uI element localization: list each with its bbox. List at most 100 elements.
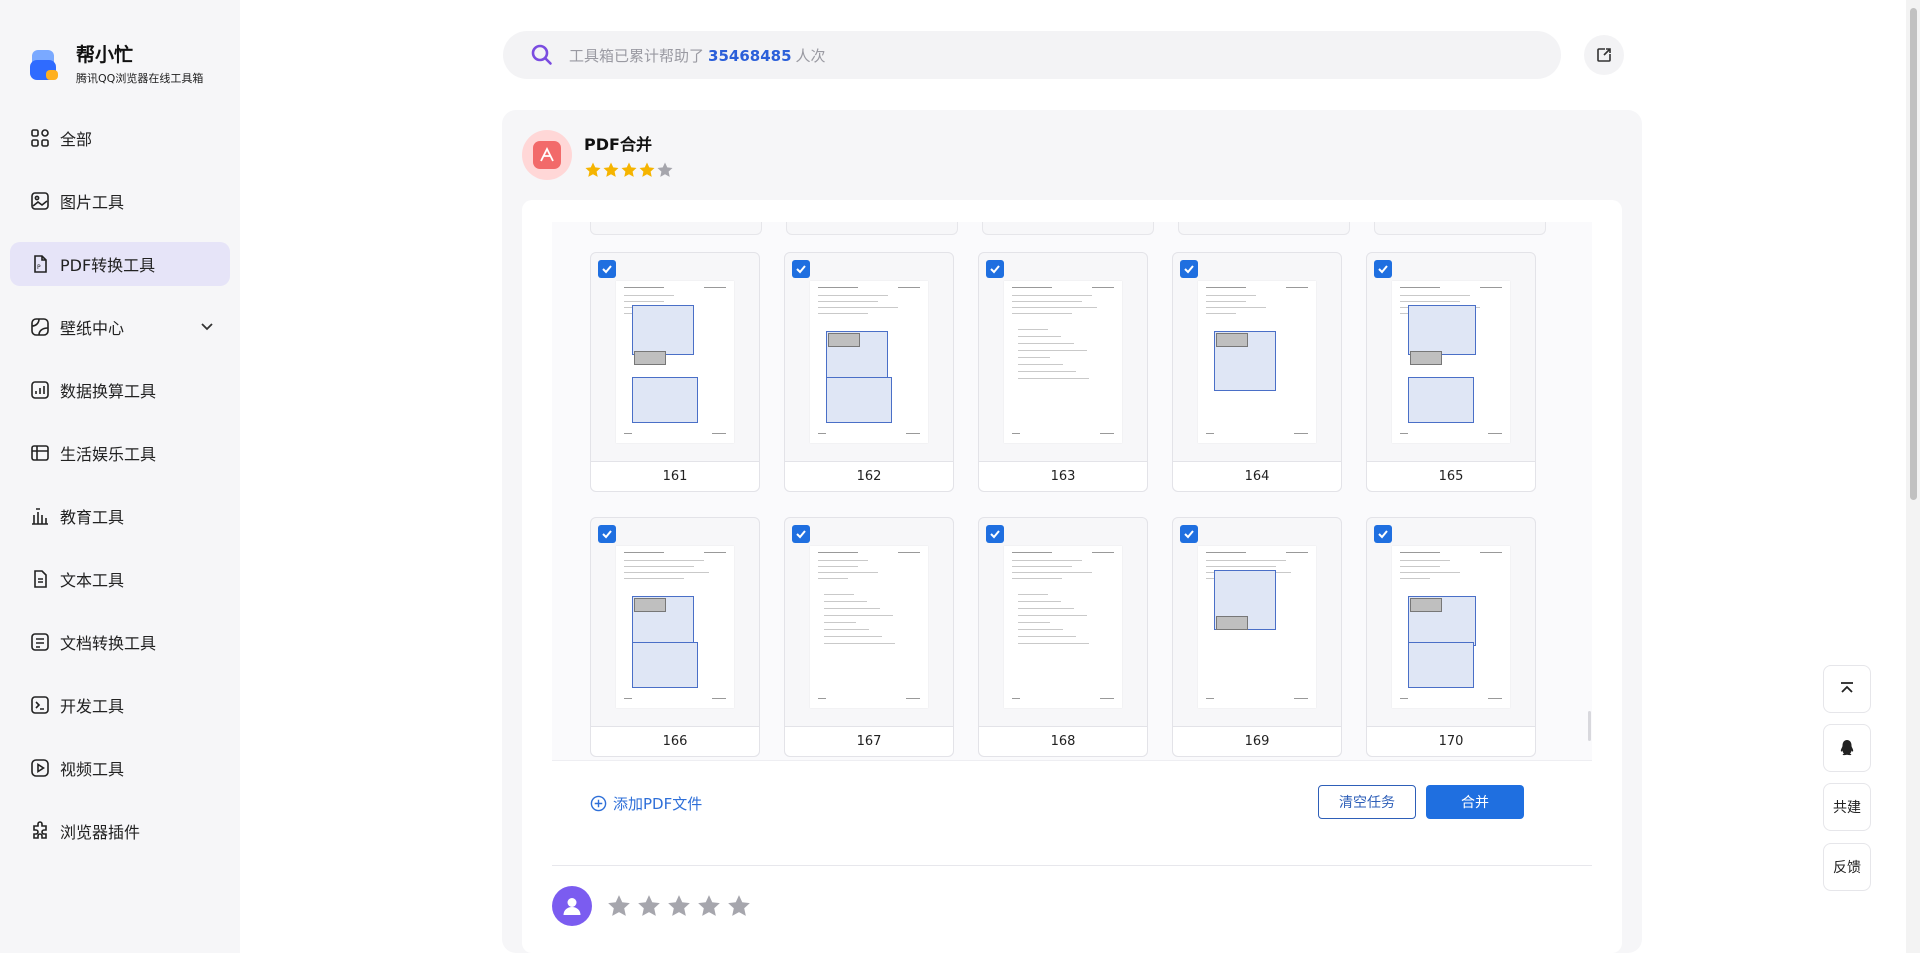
page-thumbnails: 161 162 163 164 165 166 167 168 169 170 <box>590 252 1536 757</box>
page-thumbnail[interactable]: 166 <box>590 517 760 757</box>
star-icon <box>603 162 619 177</box>
page-checkbox[interactable] <box>1180 260 1198 278</box>
page-checkbox[interactable] <box>598 260 616 278</box>
star-empty-icon[interactable] <box>666 893 692 919</box>
page-thumbnail[interactable]: 170 <box>1366 517 1536 757</box>
plugin-icon <box>30 821 50 841</box>
page-thumbnail[interactable]: 161 <box>590 252 760 492</box>
star-empty-icon[interactable] <box>636 893 662 919</box>
page-thumbnail[interactable]: 168 <box>978 517 1148 757</box>
sidebar-item-label: 教育工具 <box>60 508 125 527</box>
tool-rating <box>584 161 674 179</box>
page-scrollbar-thumb[interactable] <box>1910 8 1917 500</box>
sidebar-item-all[interactable]: 全部 <box>10 116 230 160</box>
add-pdf-file-button[interactable]: 添加PDF文件 <box>590 793 702 814</box>
page-preview <box>616 546 734 708</box>
collab-button[interactable]: 共建 <box>1823 783 1871 831</box>
sidebar-item-wallpaper[interactable]: 壁纸中心 <box>10 305 230 349</box>
sidebar-item-pdf-tools[interactable]: P PDF转换工具 <box>10 242 230 286</box>
page-checkbox[interactable] <box>986 260 1004 278</box>
avatar <box>552 886 592 926</box>
page-thumbnail[interactable]: 163 <box>978 252 1148 492</box>
page-preview <box>1392 281 1510 443</box>
sidebar-item-life-entertainment[interactable]: 生活娱乐工具 <box>10 431 230 475</box>
qq-button[interactable] <box>1823 724 1871 772</box>
wallpaper-icon <box>30 317 50 337</box>
sidebar-item-video-tools[interactable]: 视频工具 <box>10 746 230 790</box>
page-thumbnail[interactable]: 165 <box>1366 252 1536 492</box>
page-checkbox[interactable] <box>792 525 810 543</box>
life-icon <box>30 443 50 463</box>
page-checkbox[interactable] <box>1180 525 1198 543</box>
sidebar-item-label: 视频工具 <box>60 760 125 779</box>
page-thumbnail[interactable]: 169 <box>1172 517 1342 757</box>
review-rating-input[interactable] <box>606 893 756 919</box>
page-preview <box>810 281 928 443</box>
terminal-icon <box>30 695 50 715</box>
image-icon <box>30 191 50 211</box>
clear-tasks-button[interactable]: 清空任务 <box>1318 785 1416 819</box>
page-number: 165 <box>1367 461 1535 491</box>
search-icon <box>531 44 552 65</box>
check-icon <box>796 530 806 539</box>
sidebar-item-data-conversion[interactable]: 数据换算工具 <box>10 368 230 412</box>
sidebar-item-education[interactable]: 教育工具 <box>10 494 230 538</box>
sidebar-item-label: 浏览器插件 <box>60 823 141 842</box>
share-button[interactable] <box>1584 35 1624 75</box>
star-empty-icon[interactable] <box>606 893 632 919</box>
pdf-merge-icon <box>522 130 572 180</box>
page-thumbnail[interactable]: 167 <box>784 517 954 757</box>
sidebar-item-label: 壁纸中心 <box>60 319 125 338</box>
page-number: 167 <box>785 726 953 756</box>
sidebar-item-label: PDF转换工具 <box>60 256 156 275</box>
star-empty-icon[interactable] <box>696 893 722 919</box>
chevron-down-icon[interactable] <box>198 317 216 335</box>
user-icon <box>563 898 581 915</box>
feedback-button[interactable]: 反馈 <box>1823 843 1871 891</box>
arrow-up-to-top-icon <box>1841 682 1853 693</box>
sidebar-nav: 全部 图片工具 P PDF转换工具 壁纸中心 数据换算工具 生活娱乐工具 教育工… <box>10 116 230 872</box>
brand-logo-icon <box>28 48 62 82</box>
page-preview <box>1004 546 1122 708</box>
search-bar[interactable]: 工具箱已累计帮助了 35468485 人次 <box>503 31 1561 79</box>
page-number: 168 <box>979 726 1147 756</box>
page-checkbox[interactable] <box>598 525 616 543</box>
page-checkbox[interactable] <box>792 260 810 278</box>
sidebar-item-browser-plugins[interactable]: 浏览器插件 <box>10 809 230 853</box>
sidebar-item-dev-tools[interactable]: 开发工具 <box>10 683 230 727</box>
check-icon <box>1378 265 1388 274</box>
page-preview <box>810 546 928 708</box>
chart-icon <box>30 380 50 400</box>
page-checkbox[interactable] <box>1374 525 1392 543</box>
sidebar-item-doc-conversion[interactable]: 文档转换工具 <box>10 620 230 664</box>
grid-scrollbar-thumb[interactable] <box>1588 711 1591 741</box>
page-number: 170 <box>1367 726 1535 756</box>
merge-button[interactable]: 合并 <box>1426 785 1524 819</box>
check-icon <box>1184 530 1194 539</box>
page-thumbnail[interactable]: 164 <box>1172 252 1342 492</box>
add-circle-icon <box>590 795 607 812</box>
star-icon <box>621 162 637 177</box>
page-thumbnail[interactable]: 162 <box>784 252 954 492</box>
back-to-top-button[interactable] <box>1823 665 1871 713</box>
education-icon <box>30 506 50 526</box>
add-pdf-file-label: 添加PDF文件 <box>613 795 703 813</box>
tool-title: PDF合并 <box>584 135 652 154</box>
page-number: 161 <box>591 461 759 491</box>
page-checkbox[interactable] <box>986 525 1004 543</box>
sidebar-item-label: 图片工具 <box>60 193 125 212</box>
sidebar-item-image-tools[interactable]: 图片工具 <box>10 179 230 223</box>
sidebar-item-text-tools[interactable]: 文本工具 <box>10 557 230 601</box>
sidebar-item-label: 生活娱乐工具 <box>60 445 157 464</box>
star-empty-icon[interactable] <box>726 893 752 919</box>
action-bar: 添加PDF文件 清空任务 合并 <box>552 761 1592 843</box>
check-icon <box>990 530 1000 539</box>
page-grid-scroll[interactable]: 161 162 163 164 165 166 167 168 169 170 <box>552 222 1592 760</box>
page-checkbox[interactable] <box>1374 260 1392 278</box>
page-scrollbar[interactable] <box>1906 0 1920 953</box>
brand[interactable]: 帮小忙 腾讯QQ浏览器在线工具箱 <box>28 44 203 86</box>
star-icon <box>639 162 655 177</box>
sidebar: 帮小忙 腾讯QQ浏览器在线工具箱 全部 图片工具 P PDF转换工具 壁纸中心 … <box>0 0 240 953</box>
page-preview <box>1004 281 1122 443</box>
brand-subtitle: 腾讯QQ浏览器在线工具箱 <box>76 72 204 85</box>
